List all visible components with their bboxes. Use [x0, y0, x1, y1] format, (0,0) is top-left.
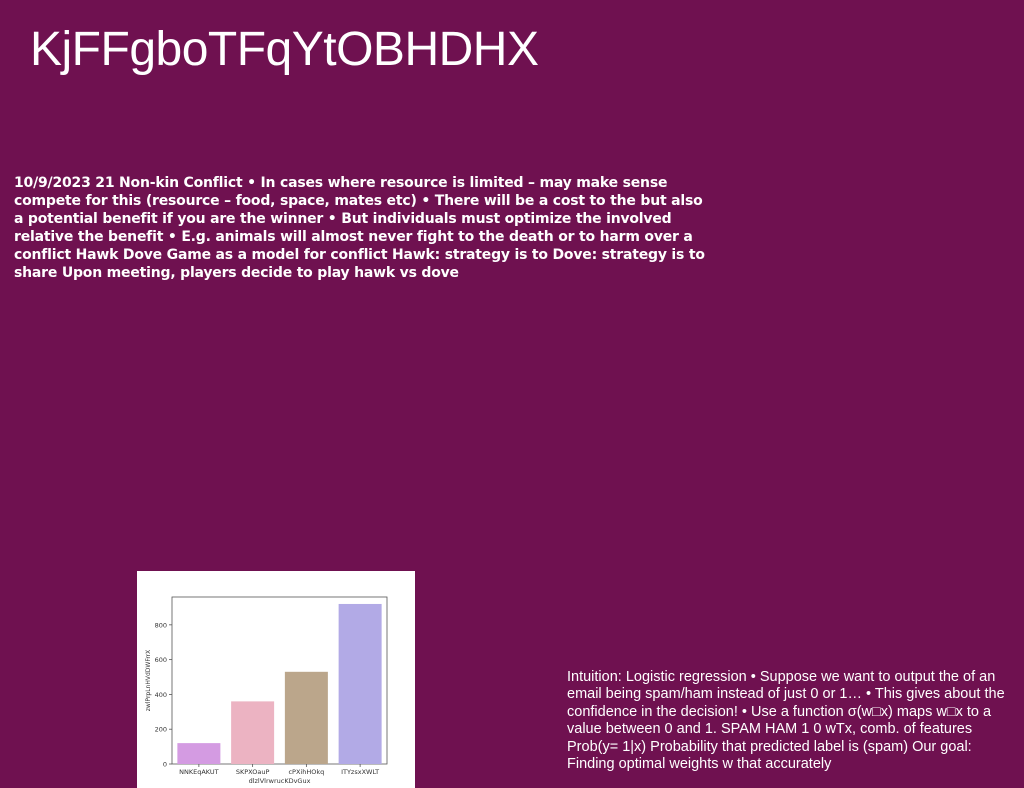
bar-NNKEqAKUT — [177, 743, 221, 764]
slide-title: KjFFgboTFqYtOBHDHX — [30, 23, 539, 76]
y-tick-label: 0 — [163, 761, 167, 769]
bar-ITYzsxXWLT — [338, 603, 382, 764]
y-tick-label: 400 — [155, 691, 167, 699]
body-text-block: 10/9/2023 21 Non-kin Conflict • In cases… — [14, 175, 705, 281]
bar-chart: 0 200 400 600 800 NNKEqAKUT SKPXOauP cPXihHOkq I… — [145, 596, 388, 785]
x-axis-label: dlzlVlrwrucKDvGux — [249, 777, 311, 785]
side-text-block: Intuition: Logistic regression • Suppose… — [567, 669, 1005, 773]
bar-chart-panel: 0 200 400 600 800 NNKEqAKUT SKPXOauP cPXihHOkq I… — [137, 571, 415, 788]
x-tick-label: cPXihHOkq — [288, 768, 324, 776]
y-tick-label: 200 — [155, 726, 167, 734]
y-axis-label: zwlPrpLnHVdDWFrrX — [145, 650, 152, 712]
bar-cPXihHOkq — [284, 671, 328, 764]
y-tick-label: 600 — [155, 656, 167, 664]
x-tick-label: NNKEqAKUT — [179, 768, 219, 776]
bar-SKPXOauP — [231, 701, 275, 764]
y-tick-label: 800 — [155, 621, 167, 629]
x-tick-label: ITYzsxXWLT — [341, 768, 379, 776]
x-tick-label: SKPXOauP — [236, 768, 270, 776]
